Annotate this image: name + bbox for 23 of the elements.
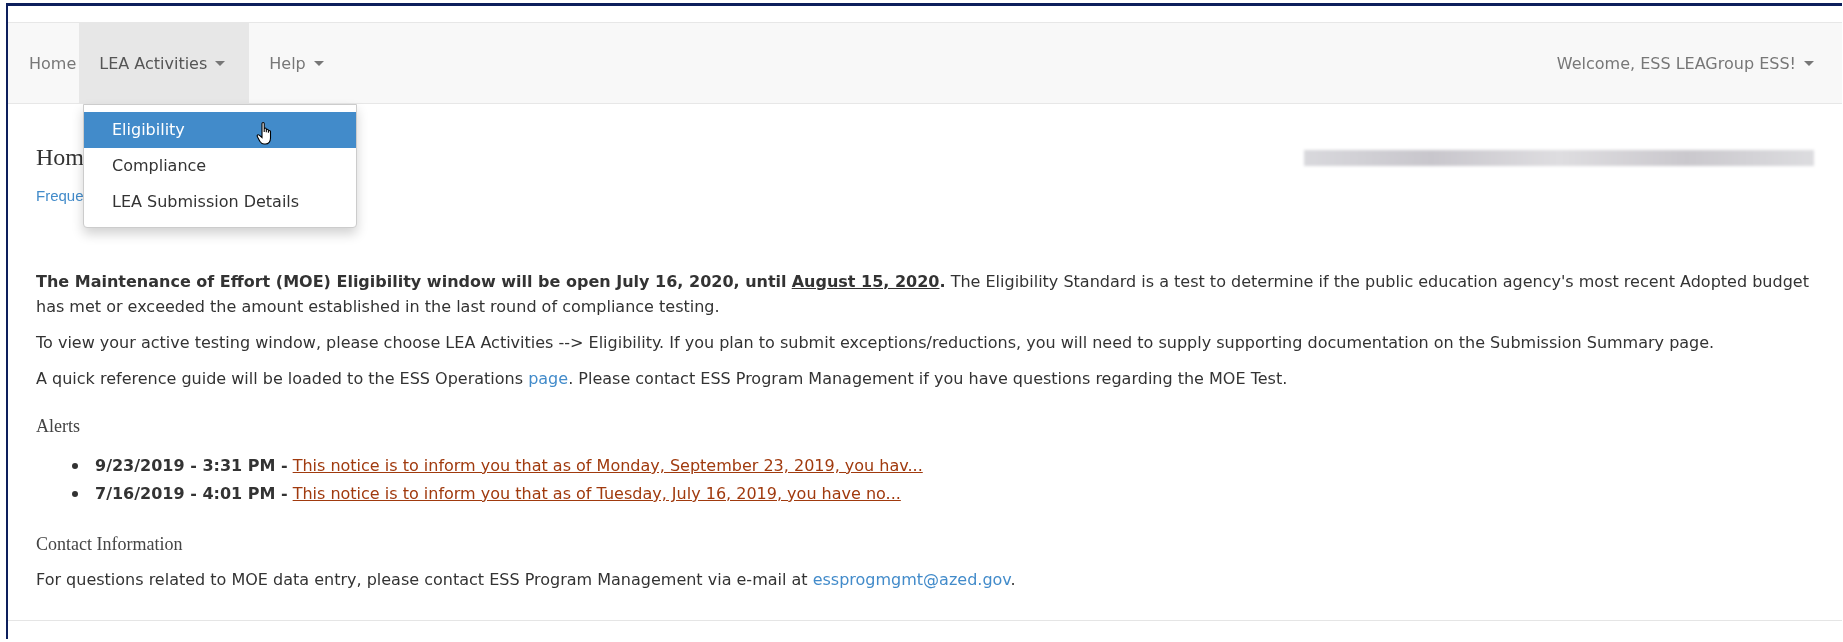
dropdown-item[interactable]: LEA Submission Details <box>84 184 356 220</box>
instructions-paragraph: To view your active testing window, please choose LEA Activities --> Eligibility. If you plan to submit exceptions/reductions, you will need to supply supporting documentation on the Submission Summary page. <box>36 332 1716 354</box>
alert-link[interactable]: This notice is to inform you that as of Tuesday, July 16, 2019, you have no... <box>292 480 901 508</box>
notice-paragraph: The Maintenance of Effort (MOE) Eligibility window will be open July 16, 2020, until August 15, 2020. The Eligibility Standard is a test to determine if the public education agency's most recent Adopted budget has met or exceeded the amount established in the last round of compliance testing. <box>36 271 1810 318</box>
nav-menu-item[interactable]: Help <box>249 23 338 103</box>
alert-timestamp: 7/16/2019 - 4:01 PM - <box>95 483 288 505</box>
nav-menu-item[interactable]: Home <box>8 23 80 103</box>
user-menu[interactable]: Welcome, ESS LEAGroup ESS! <box>1536 23 1842 103</box>
faq-link[interactable]: Freque <box>36 187 84 204</box>
nav-menu-item[interactable]: LEA Activities <box>79 23 250 103</box>
bullet-icon <box>72 463 78 469</box>
bullet-icon <box>72 491 78 497</box>
dropdown-item[interactable]: Compliance <box>84 148 356 184</box>
contact-heading: Contact Information <box>36 533 184 555</box>
reference-paragraph: A quick reference guide will be loaded to the ESS Operations page. Please contact ESS Program Management if you have questions regarding the MOE Test. <box>36 368 1289 390</box>
alert-link[interactable]: This notice is to inform you that as of Monday, September 23, 2019, you hav... <box>292 452 923 480</box>
page-link[interactable]: page <box>528 369 569 388</box>
page-heading: Hom <box>36 144 84 171</box>
alert-timestamp: 9/23/2019 - 3:31 PM - <box>95 455 288 477</box>
email-link[interactable]: essprogmgmt@azed.gov <box>812 570 1011 589</box>
contact-paragraph: For questions related to MOE data entry, please contact ESS Program Management via e-mail at essprogmgmt@azed.gov. <box>36 569 1017 591</box>
dropdown-item[interactable]: Eligibility <box>84 112 356 148</box>
alerts-heading: Alerts <box>36 415 81 437</box>
